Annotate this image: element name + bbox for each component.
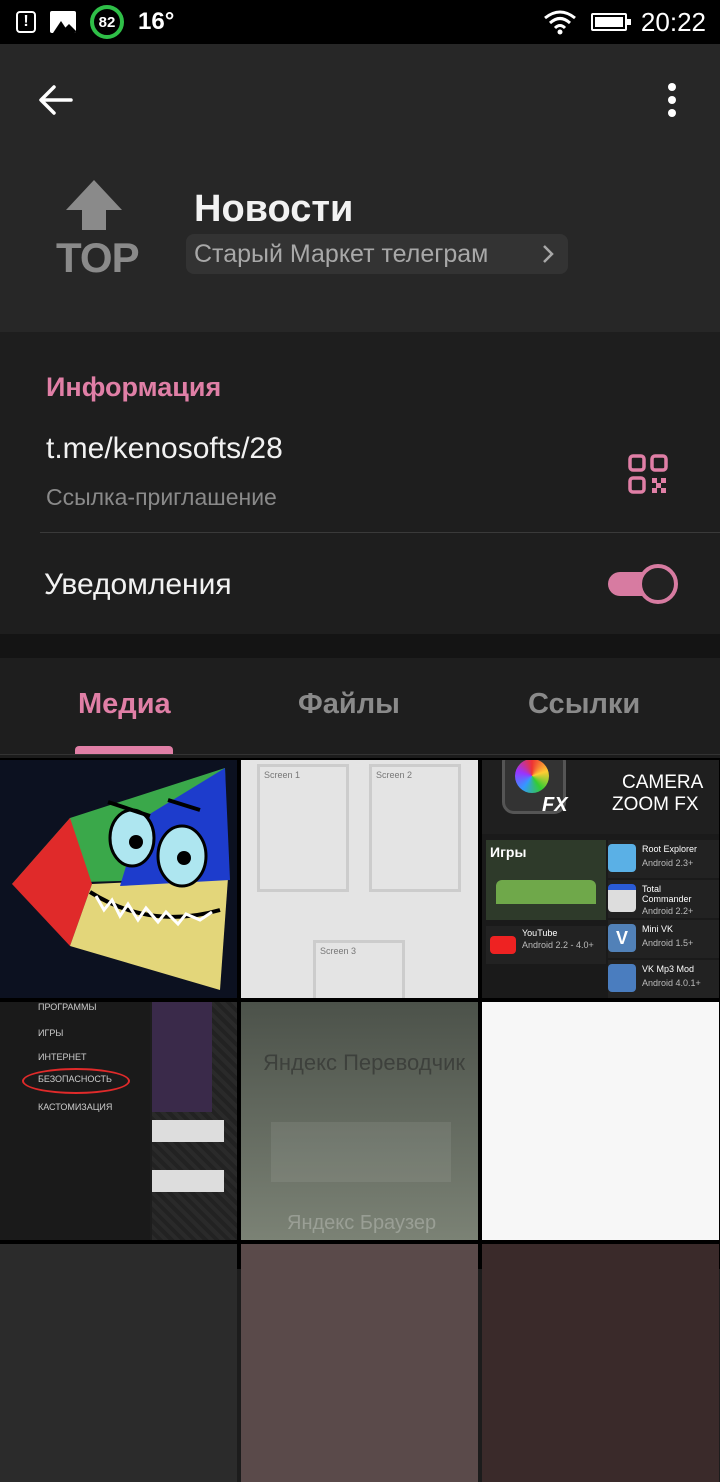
app-name: Total Commander	[642, 884, 692, 904]
media-thumbnail[interactable]: Яндекс Переводчик Яндекс Браузер	[241, 1002, 478, 1240]
parent-channel-label: Старый Маркет телеграм	[194, 239, 489, 268]
screen-placeholder: Screen 3	[313, 940, 405, 998]
temperature-text: 16°	[138, 8, 175, 35]
app-version: Android 2.2+	[642, 906, 694, 916]
media-thumbnail[interactable]: Screen 1 Screen 2 Screen 3	[241, 760, 478, 998]
tab-files[interactable]: Файлы	[298, 688, 400, 721]
wifi-icon	[543, 10, 576, 35]
media-thumbnail[interactable]: ПРОГРАММЫ ИГРЫ ИНТЕРНЕТ БЕЗОПАСНОСТЬ КАС…	[0, 1002, 237, 1240]
invite-link[interactable]: t.me/kenosofts/28	[46, 432, 283, 466]
app-version: Android 1.5+	[642, 938, 694, 948]
youtube-row: YouTube Android 2.2 - 4.0+	[486, 926, 606, 964]
app-version: Android 2.3+	[642, 858, 694, 868]
app-name: VK Mp3 Mod	[642, 964, 695, 974]
app-row: V Mini VK Android 1.5+	[608, 920, 719, 958]
notifications-label: Уведомления	[44, 568, 232, 601]
app-name: Root Explorer	[642, 844, 698, 854]
app-version: Android 2.2 - 4.0+	[522, 940, 594, 950]
media-thumbnail[interactable]	[482, 1244, 719, 1482]
media-thumbnail[interactable]	[241, 1244, 478, 1482]
toggle-knob	[638, 564, 678, 604]
screen-placeholder: Screen 2	[369, 764, 461, 892]
gallery-icon	[50, 11, 76, 33]
status-right: 20:22	[543, 6, 706, 38]
battery-percent-ring: 82	[90, 5, 124, 39]
screen-label: Screen 3	[320, 946, 357, 956]
app-row: Total Commander Android 2.2+	[608, 880, 719, 918]
active-tab-indicator	[75, 746, 173, 754]
invite-link-caption: Ссылка-приглашение	[46, 484, 277, 510]
menu-item: БЕЗОПАСНОСТЬ	[38, 1074, 112, 1084]
more-options-button[interactable]	[650, 80, 694, 120]
app-row: VK Mp3 Mod Android 4.0.1+	[608, 960, 719, 998]
more-vertical-icon	[668, 83, 676, 117]
media-thumbnail[interactable]	[0, 1244, 237, 1482]
camera-banner: FX CAMERA ZOOM FX	[482, 760, 719, 834]
channel-header: TOP Новости Старый Маркет телеграм	[0, 44, 720, 332]
tab-links[interactable]: Ссылки	[528, 688, 640, 721]
channel-title: Новости	[194, 188, 354, 230]
app-list: Root Explorer Android 2.3+ Total Command…	[608, 840, 719, 998]
qr-code-icon	[628, 454, 668, 494]
arrow-left-icon	[39, 85, 73, 115]
qr-code-button[interactable]	[626, 452, 670, 496]
screen-label: Screen 1	[264, 770, 301, 780]
yandex-translate-text: Яндекс Переводчик	[263, 1050, 466, 1075]
screen-label: Screen 2	[376, 770, 413, 780]
app-name: YouTube	[522, 928, 558, 938]
clock-text: 20:22	[640, 6, 706, 37]
info-section-title: Информация	[46, 372, 222, 402]
battery-icon	[590, 13, 631, 31]
divider	[40, 532, 720, 533]
camera-subtitle: ZOOM FX	[612, 794, 699, 815]
status-bar: ! 82 16° 20:22	[0, 0, 720, 44]
alert-icon: !	[16, 11, 36, 33]
media-grid: Screen 1 Screen 2 Screen 3 FX CAMERA ZOO…	[0, 758, 720, 1482]
app-version: Android 4.0.1+	[642, 978, 701, 988]
fx-label: FX	[542, 794, 568, 816]
games-tile: Игры	[486, 840, 606, 920]
menu-item: ИНТЕРНЕТ	[38, 1052, 87, 1062]
games-label: Игры	[490, 844, 527, 860]
section-gap	[0, 634, 720, 658]
avatar-text: TOP	[56, 234, 140, 281]
app-name: Mini VK	[642, 924, 674, 934]
info-section: Информация t.me/kenosofts/28 Ссылка-приг…	[0, 332, 720, 634]
yandex-browser-text: Яндекс Браузер	[287, 1212, 437, 1234]
notifications-toggle[interactable]	[606, 562, 678, 606]
app-row: Root Explorer Android 2.3+	[608, 840, 719, 878]
menu-panel: ПРОГРАММЫ ИГРЫ ИНТЕРНЕТ БЕЗОПАСНОСТЬ КАС…	[0, 1002, 150, 1240]
parent-channel-link[interactable]: Старый Маркет телеграм	[186, 234, 568, 274]
camera-title: CAMERA	[622, 772, 704, 793]
menu-item: КАСТОМИЗАЦИЯ	[38, 1102, 113, 1112]
media-thumbnail[interactable]	[482, 1002, 719, 1240]
shared-media-tabs: Медиа Файлы Ссылки	[0, 658, 720, 755]
menu-item: ИГРЫ	[38, 1028, 64, 1038]
screen-placeholder: Screen 1	[257, 764, 349, 892]
media-thumbnail[interactable]	[0, 760, 237, 998]
tab-media[interactable]: Медиа	[78, 688, 171, 721]
status-left: ! 82 16°	[16, 5, 175, 39]
chevron-right-icon	[543, 245, 554, 263]
media-thumbnail[interactable]: FX CAMERA ZOOM FX Игры YouTube Android 2…	[482, 760, 719, 998]
play-market-character-image	[12, 768, 230, 990]
channel-avatar[interactable]: TOP	[44, 174, 144, 284]
back-button[interactable]	[30, 80, 80, 120]
side-panel	[152, 1002, 237, 1240]
menu-item: ПРОГРАММЫ	[38, 1002, 97, 1012]
